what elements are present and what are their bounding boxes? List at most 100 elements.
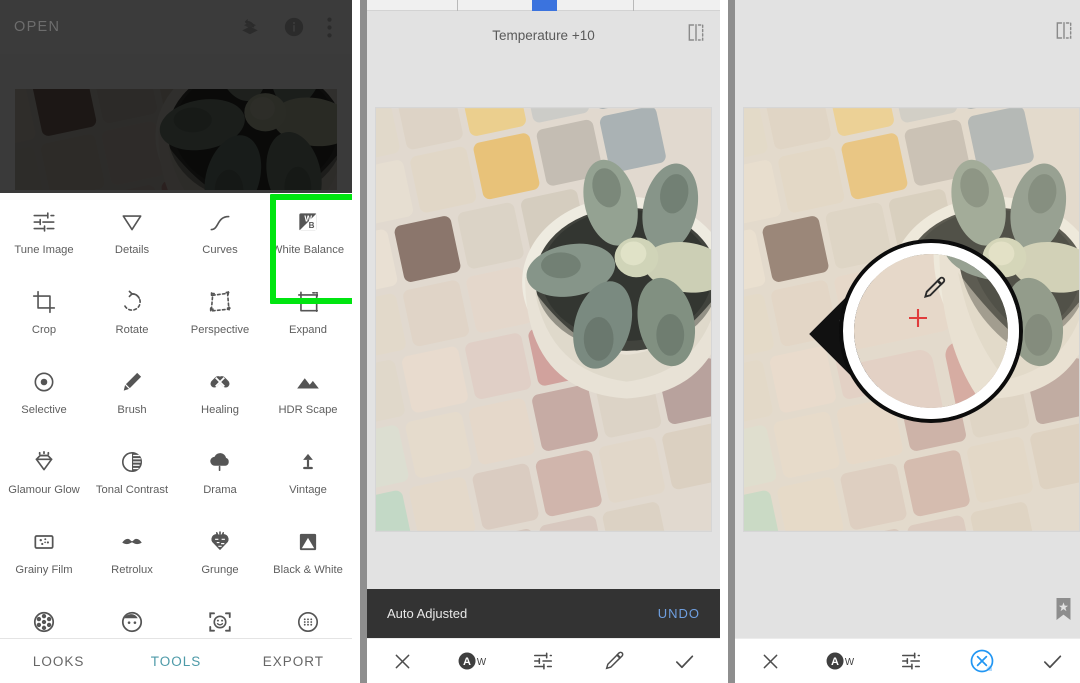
left-photo-preview	[15, 89, 337, 190]
tool-label: Grunge	[201, 564, 238, 578]
snackbar-message: Auto Adjusted	[387, 606, 467, 621]
tool-glamour-glow[interactable]: Glamour Glow	[0, 433, 88, 513]
svg-text:A: A	[463, 656, 471, 668]
screenshot-root: OPEN	[0, 0, 1080, 683]
tool-brush[interactable]: Brush	[88, 353, 176, 433]
tool-vintage[interactable]: Vintage	[264, 433, 352, 513]
panel-divider-gap-1	[352, 0, 360, 683]
tool-grunge[interactable]: Grunge	[176, 513, 264, 593]
nav-looks[interactable]: LOOKS	[0, 654, 117, 669]
tool-hdr-scape[interactable]: HDR Scape	[264, 353, 352, 433]
rotate-icon	[119, 287, 145, 317]
drama-icon	[207, 447, 233, 477]
info-icon[interactable]	[283, 16, 305, 38]
retrolux-icon	[119, 527, 145, 557]
tool-rotate[interactable]: Rotate	[88, 273, 176, 353]
tool-details[interactable]: Details	[88, 193, 176, 273]
svg-text:W: W	[477, 657, 487, 668]
tool-label: Brush	[117, 404, 146, 418]
tool-selective[interactable]: Selective	[0, 353, 88, 433]
grainy-film-icon	[31, 527, 57, 557]
apply-button[interactable]	[1017, 639, 1080, 683]
right-header	[735, 0, 1080, 59]
tool-tune-image[interactable]: Tune Image	[0, 193, 88, 273]
tool-white-balance[interactable]: WB White Balance	[264, 193, 352, 273]
panel-divider-2	[728, 0, 735, 683]
tool-drama[interactable]: Drama	[176, 433, 264, 513]
eyedropper-cancel-icon	[969, 648, 995, 674]
tool-label: Grainy Film	[15, 564, 72, 578]
middle-photo-canvas[interactable]	[375, 107, 712, 532]
svg-text:B: B	[309, 221, 315, 230]
white-balance-icon: WB	[295, 207, 321, 237]
tool-healing[interactable]: Healing	[176, 353, 264, 433]
left-topbar: OPEN	[0, 0, 352, 54]
undo-button[interactable]: UNDO	[658, 606, 700, 621]
adjust-sliders-button[interactable]	[876, 639, 947, 683]
lens-blur-icon	[31, 607, 57, 637]
compare-split-icon[interactable]	[686, 23, 706, 48]
right-photo-canvas[interactable]	[743, 107, 1080, 532]
vintage-icon	[295, 447, 321, 477]
stack-revert-icon[interactable]	[239, 16, 261, 38]
bookmark-star-icon[interactable]	[1053, 597, 1074, 626]
tool-label: HDR Scape	[278, 404, 337, 418]
tool-curves[interactable]: Curves	[176, 193, 264, 273]
tool-label: White Balance	[272, 244, 344, 258]
tool-label: Black & White	[273, 564, 343, 578]
apply-button[interactable]	[649, 639, 720, 683]
compare-split-icon[interactable]	[1054, 21, 1074, 46]
vignette-icon	[295, 607, 321, 637]
left-topbar-icons	[239, 16, 338, 38]
tool-label: Perspective	[191, 324, 249, 338]
nav-tools[interactable]: TOOLS	[117, 654, 234, 669]
healing-icon	[207, 367, 233, 397]
tool-perspective[interactable]: Perspective	[176, 273, 264, 353]
tool-label: Drama	[203, 484, 237, 498]
selective-icon	[31, 367, 57, 397]
temperature-slider-track[interactable]	[367, 0, 720, 11]
panel-divider-1	[360, 0, 367, 683]
photo-dimmer	[15, 89, 337, 190]
nav-export[interactable]: EXPORT	[235, 654, 352, 669]
tool-label: Curves	[202, 244, 237, 258]
open-button[interactable]: OPEN	[14, 19, 60, 35]
adjust-sliders-button[interactable]	[508, 639, 579, 683]
tool-label: Healing	[201, 404, 239, 418]
overflow-menu-icon[interactable]	[327, 17, 332, 38]
head-pose-icon	[207, 607, 233, 637]
middle-toolbar: A W	[367, 638, 720, 683]
cancel-button[interactable]	[735, 639, 806, 683]
tool-grainy-film[interactable]: Grainy Film	[0, 513, 88, 593]
black-and-white-icon	[295, 527, 321, 557]
color-picker-button[interactable]	[579, 639, 650, 683]
tool-label: Expand	[289, 324, 327, 338]
tool-label: Glamour Glow	[8, 484, 80, 498]
bottom-navigation: LOOKSTOOLSEXPORT	[0, 638, 352, 683]
tool-expand[interactable]: Expand	[264, 273, 352, 353]
expand-icon	[295, 287, 321, 317]
tool-black-white[interactable]: Black & White	[264, 513, 352, 593]
auto-adjusted-snackbar: Auto Adjusted UNDO	[367, 589, 720, 638]
tool-label: Tune Image	[14, 244, 73, 258]
tool-tonal-contrast[interactable]: Tonal Contrast	[88, 433, 176, 513]
details-icon	[119, 207, 145, 237]
tools-grid: Tune Image Details Curves WB White Balance Cr…	[0, 193, 352, 673]
auto-wb-button[interactable]: A W	[806, 639, 877, 683]
cancel-button[interactable]	[367, 639, 438, 683]
tool-crop[interactable]: Crop	[0, 273, 88, 353]
svg-text:W: W	[845, 657, 855, 668]
curves-icon	[207, 207, 233, 237]
crop-icon	[31, 287, 57, 317]
right-panel-picker: A W	[735, 0, 1080, 683]
auto-wb-button[interactable]: A W	[438, 639, 509, 683]
temperature-header: Temperature +10	[367, 11, 720, 59]
perspective-icon	[207, 287, 233, 317]
tool-label: Details	[115, 244, 149, 258]
tune-image-icon	[31, 207, 57, 237]
tool-label: Vintage	[289, 484, 327, 498]
tool-label: Retrolux	[111, 564, 153, 578]
tool-retrolux[interactable]: Retrolux	[88, 513, 176, 593]
portrait-icon	[119, 607, 145, 637]
color-picker-button[interactable]	[947, 639, 1018, 683]
